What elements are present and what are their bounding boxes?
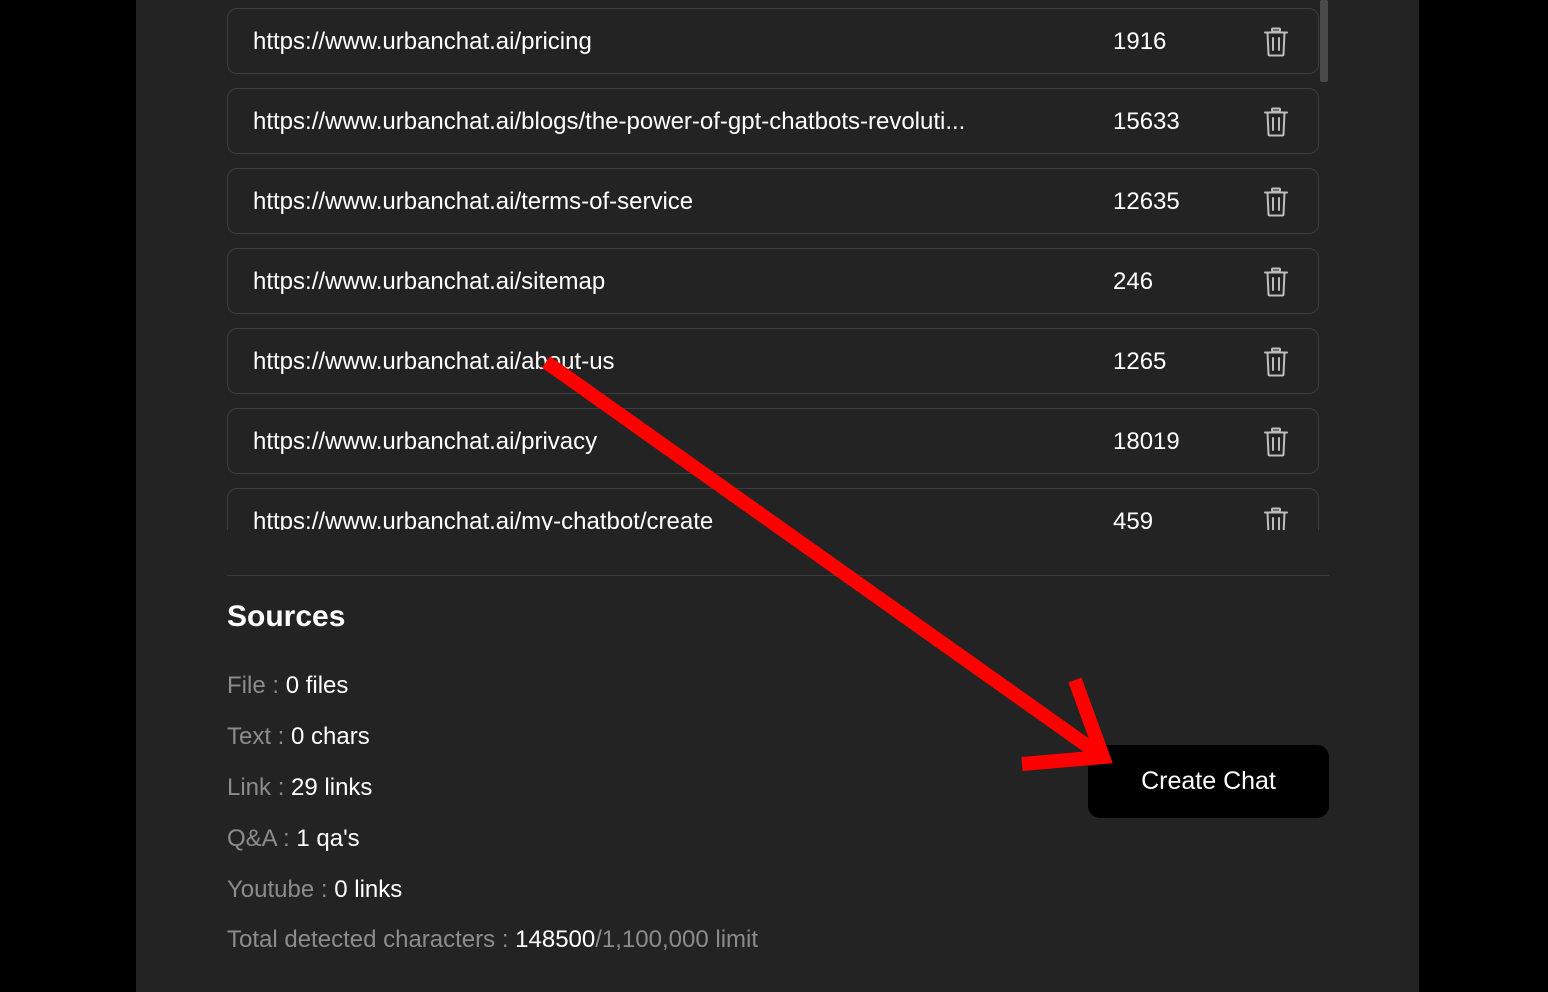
link-list: https://www.urbanchat.ai/pricing 1916 ht… bbox=[227, 8, 1319, 530]
link-char-count: 246 bbox=[1113, 268, 1154, 295]
link-row: https://www.urbanchat.ai/privacy 18019 bbox=[227, 408, 1319, 474]
link-char-count: 18019 bbox=[1113, 428, 1180, 455]
scrollbar-thumb[interactable] bbox=[1320, 0, 1328, 82]
create-chat-button[interactable]: Create Chat bbox=[1088, 745, 1329, 818]
source-qa-value: 1 qa's bbox=[296, 825, 360, 852]
trash-icon[interactable] bbox=[1263, 107, 1289, 137]
link-url: https://www.urbanchat.ai/about-us bbox=[253, 348, 615, 375]
source-file-line: File : 0 files bbox=[227, 672, 348, 700]
trash-icon[interactable] bbox=[1263, 267, 1289, 297]
link-char-count: 15633 bbox=[1113, 108, 1180, 135]
link-char-count: 459 bbox=[1113, 508, 1154, 530]
link-char-count: 1265 bbox=[1113, 348, 1167, 375]
source-link-value: 29 links bbox=[291, 774, 373, 801]
link-url: https://www.urbanchat.ai/pricing bbox=[253, 28, 592, 55]
link-row: https://www.urbanchat.ai/terms-of-servic… bbox=[227, 168, 1319, 234]
source-link-label: Link : bbox=[227, 774, 285, 801]
source-text-line: Text : 0 chars bbox=[227, 723, 370, 751]
link-char-count: 1916 bbox=[1113, 28, 1167, 55]
sources-heading: Sources bbox=[227, 600, 346, 633]
trash-icon[interactable] bbox=[1263, 187, 1289, 217]
link-url: https://www.urbanchat.ai/terms-of-servic… bbox=[253, 188, 694, 215]
total-characters-limit: /1,100,000 limit bbox=[595, 926, 759, 953]
source-qa-line: Q&A : 1 qa's bbox=[227, 825, 360, 853]
link-url: https://www.urbanchat.ai/sitemap bbox=[253, 268, 606, 295]
link-row: https://www.urbanchat.ai/my-chatbot/crea… bbox=[227, 488, 1319, 530]
trash-icon[interactable] bbox=[1263, 427, 1289, 457]
link-url: https://www.urbanchat.ai/privacy bbox=[253, 428, 598, 455]
link-row: https://www.urbanchat.ai/pricing 1916 bbox=[227, 8, 1319, 74]
source-youtube-value: 0 links bbox=[334, 876, 403, 903]
total-characters-label: Total detected characters : bbox=[227, 926, 509, 953]
link-url: https://www.urbanchat.ai/blogs/the-power… bbox=[253, 108, 966, 135]
source-text-value: 0 chars bbox=[291, 723, 370, 750]
link-row: https://www.urbanchat.ai/blogs/the-power… bbox=[227, 88, 1319, 154]
source-text-label: Text : bbox=[227, 723, 285, 750]
link-row: https://www.urbanchat.ai/sitemap 246 bbox=[227, 248, 1319, 314]
source-youtube-line: Youtube : 0 links bbox=[227, 876, 402, 904]
trash-icon[interactable] bbox=[1263, 347, 1289, 377]
trash-icon[interactable] bbox=[1263, 507, 1289, 530]
source-qa-label: Q&A : bbox=[227, 825, 290, 852]
total-characters-line: Total detected characters : 148500/1,100… bbox=[227, 926, 758, 954]
source-youtube-label: Youtube : bbox=[227, 876, 328, 903]
link-list-viewport[interactable]: https://www.urbanchat.ai/pricing 1916 ht… bbox=[227, 0, 1329, 530]
total-characters-value: 148500 bbox=[515, 926, 596, 953]
source-link-line: Link : 29 links bbox=[227, 774, 372, 802]
source-file-label: File : bbox=[227, 672, 280, 699]
trash-icon[interactable] bbox=[1263, 27, 1289, 57]
link-char-count: 12635 bbox=[1113, 188, 1180, 215]
section-divider bbox=[227, 575, 1329, 576]
link-row: https://www.urbanchat.ai/about-us 1265 bbox=[227, 328, 1319, 394]
source-file-value: 0 files bbox=[285, 672, 349, 699]
link-url: https://www.urbanchat.ai/my-chatbot/crea… bbox=[253, 508, 714, 530]
